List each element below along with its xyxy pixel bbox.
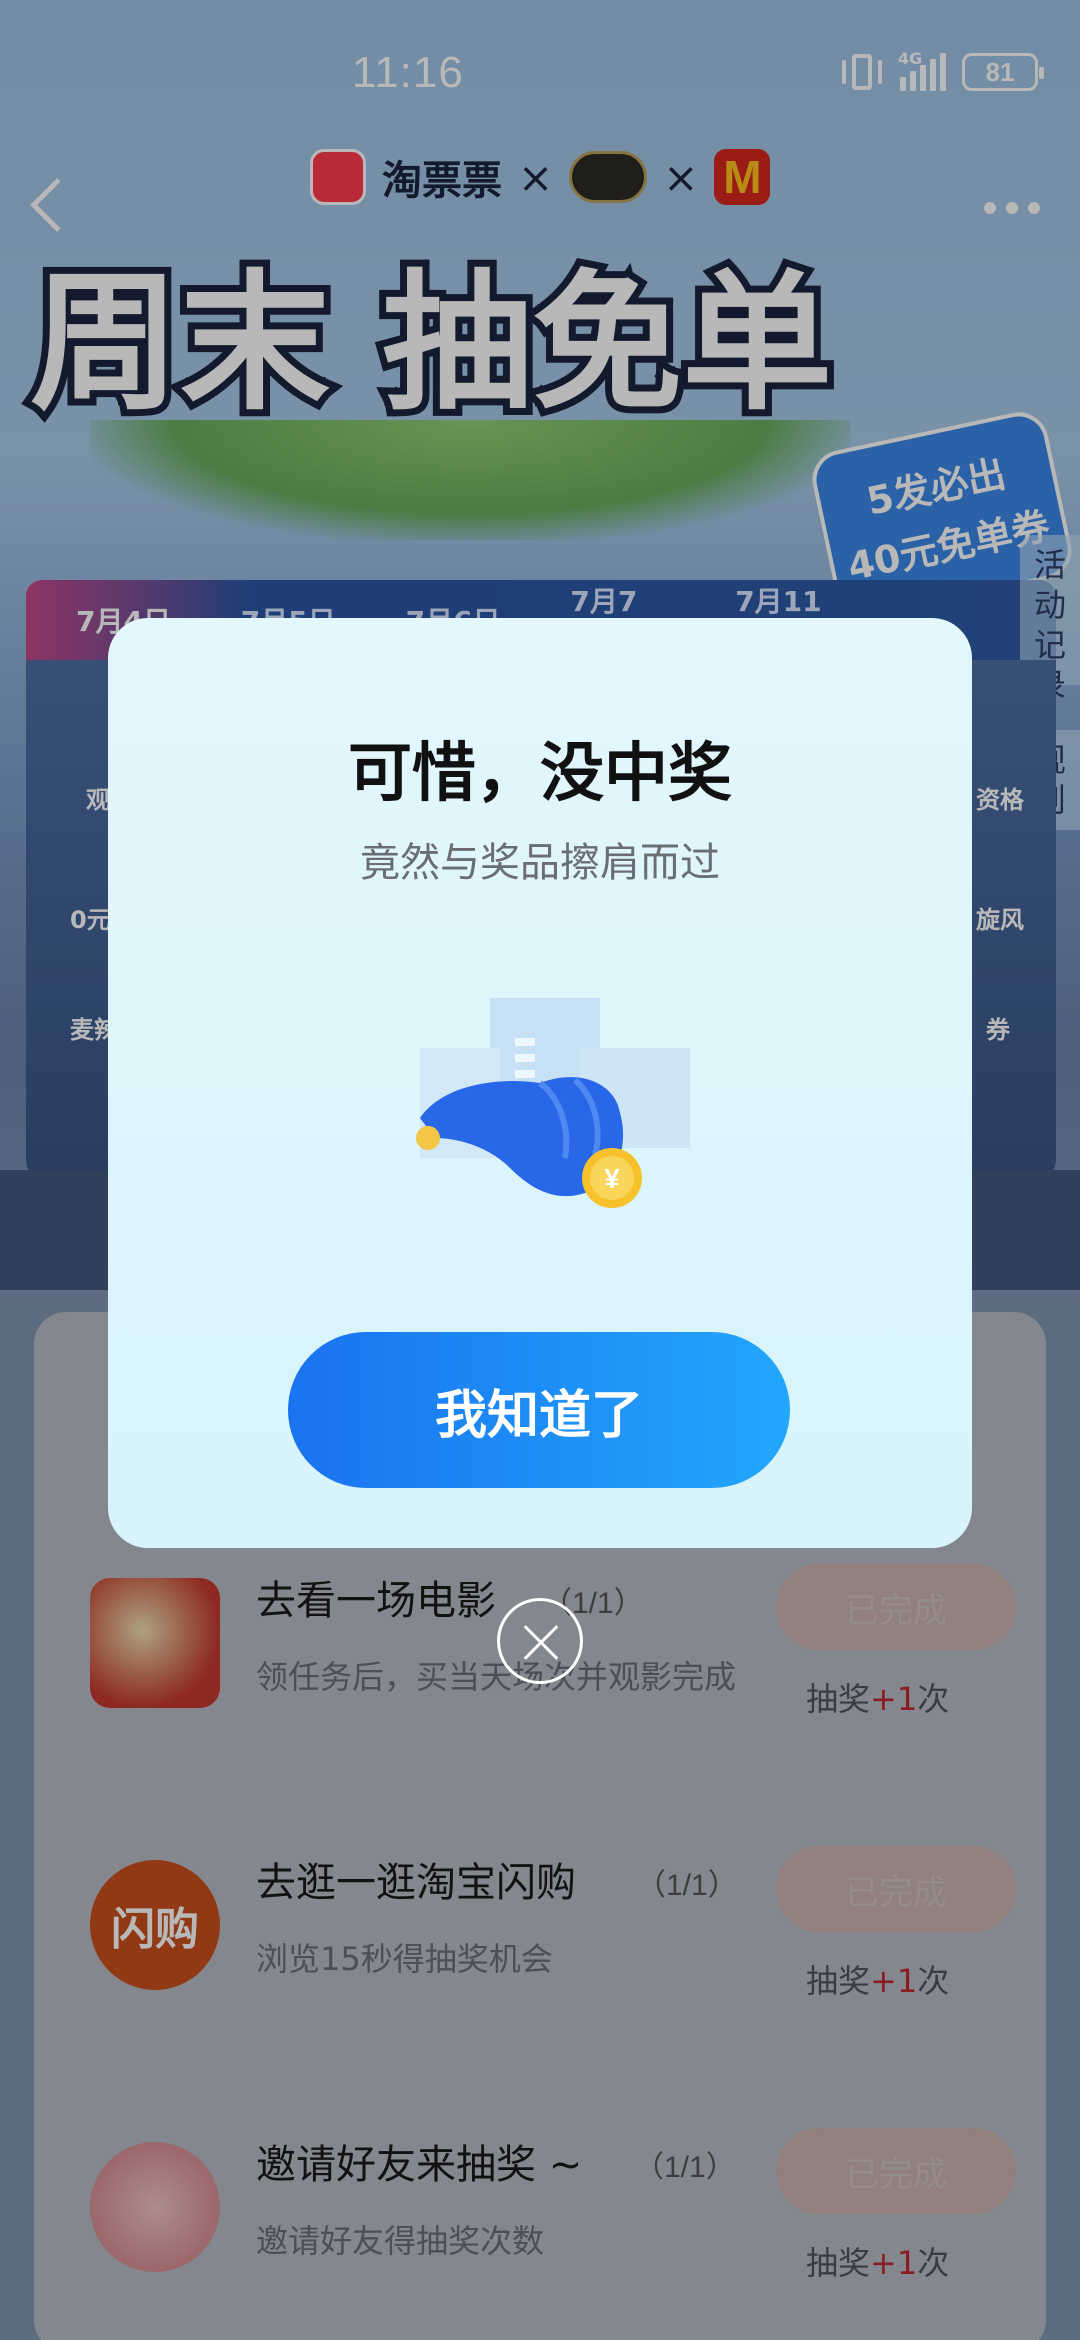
close-icon[interactable] [497, 1598, 583, 1684]
hand-coin-icon: ¥ [380, 988, 710, 1268]
confirm-button[interactable]: 我知道了 [288, 1332, 790, 1488]
coin-symbol: ¥ [604, 1163, 620, 1194]
modal-subtitle: 竟然与奖品擦肩而过 [360, 840, 720, 886]
modal-title: 可惜，没中奖 [348, 737, 732, 811]
result-modal: 可惜，没中奖 竟然与奖品擦肩而过 ¥ 我知道了 [108, 618, 972, 1548]
